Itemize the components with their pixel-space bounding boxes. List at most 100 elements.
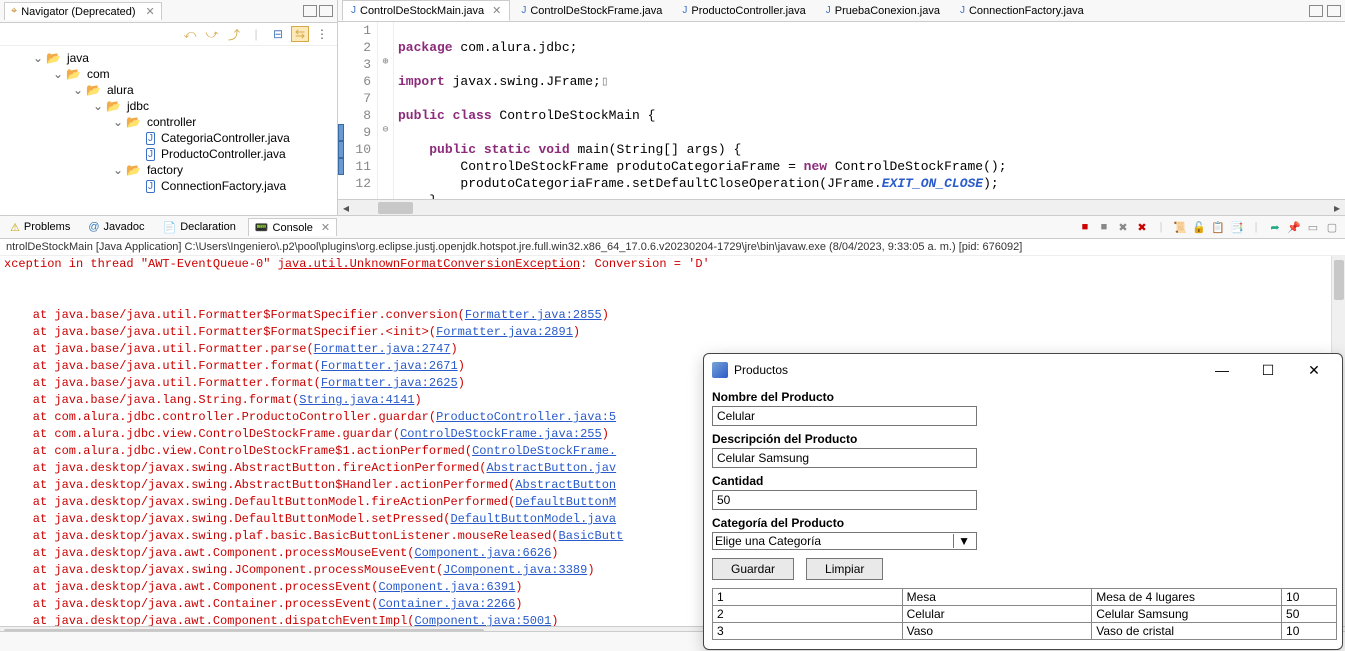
editor-tab[interactable]: JConnectionFactory.java xyxy=(951,1,1093,21)
table-cell[interactable]: Mesa de 4 lugares xyxy=(1092,589,1282,606)
code-area[interactable]: 1236789101112 ⊕⊖ package com.alura.jdbc;… xyxy=(338,22,1345,199)
back-icon[interactable]: ⤺ xyxy=(181,26,199,42)
tree-node[interactable]: ⌄📂factory xyxy=(2,162,335,178)
select-categoria[interactable]: Elige una Categoría ▼ xyxy=(712,532,977,550)
tree-node[interactable]: JProductoController.java xyxy=(2,146,335,162)
table-cell[interactable]: Vaso xyxy=(902,623,1092,640)
window-minimize-button[interactable]: — xyxy=(1202,358,1242,382)
bottom-tab-javadoc[interactable]: @Javadoc xyxy=(82,219,150,235)
stacktrace-link[interactable]: AbstractButton.jav xyxy=(486,461,616,475)
stacktrace-link[interactable]: JComponent.java:3389 xyxy=(443,563,587,577)
min-button[interactable]: ▭ xyxy=(1304,219,1322,235)
stacktrace-link[interactable]: ControlDeStockFrame.java:255 xyxy=(400,427,602,441)
fold-marker[interactable] xyxy=(378,22,393,39)
scroll-right-icon[interactable]: ▸ xyxy=(1329,200,1345,216)
expander-icon[interactable]: ⌄ xyxy=(92,99,104,113)
fold-marker[interactable]: ⊖ xyxy=(378,124,393,141)
editor-tab[interactable]: JControlDeStockMain.java✕ xyxy=(342,0,510,21)
input-descripcion[interactable] xyxy=(712,448,977,468)
bottom-tab-problems[interactable]: ⚠Problems xyxy=(4,219,76,236)
pin-button[interactable]: 🔓 xyxy=(1190,219,1208,235)
fold-marker[interactable] xyxy=(378,158,393,175)
new-console-button[interactable]: ➦ xyxy=(1266,219,1284,235)
dialog-titlebar[interactable]: Productos — ☐ ✕ xyxy=(704,354,1342,386)
minimize-view-button[interactable] xyxy=(303,5,317,17)
guardar-button[interactable]: Guardar xyxy=(712,558,794,580)
open-console-button[interactable]: 📑 xyxy=(1228,219,1246,235)
stacktrace-link[interactable]: Component.java:6626 xyxy=(414,546,551,560)
input-cantidad[interactable] xyxy=(712,490,977,510)
tree-node[interactable]: JCategoriaController.java xyxy=(2,130,335,146)
fold-marker[interactable] xyxy=(378,90,393,107)
stacktrace-link[interactable]: BasicButt xyxy=(559,529,624,543)
bottom-tab-declaration[interactable]: 📄Declaration xyxy=(157,219,242,236)
stacktrace-link[interactable]: String.java:4141 xyxy=(299,393,414,407)
display-button[interactable]: 📋 xyxy=(1209,219,1227,235)
scrollbar-thumb[interactable] xyxy=(1334,260,1344,300)
stacktrace-link[interactable]: Formatter.java:2747 xyxy=(314,342,451,356)
expander-icon[interactable]: ⌄ xyxy=(32,51,44,65)
up-icon[interactable]: ⤴ xyxy=(225,26,243,42)
scrollbar-thumb[interactable] xyxy=(378,202,413,214)
editor-tab[interactable]: JPruebaConexion.java xyxy=(817,1,949,21)
fold-marker[interactable] xyxy=(378,141,393,158)
tree-node[interactable]: JConnectionFactory.java xyxy=(2,178,335,194)
max-button[interactable]: ▢ xyxy=(1323,219,1341,235)
tree-node[interactable]: ⌄📂jdbc xyxy=(2,98,335,114)
fold-marker[interactable]: ⊕ xyxy=(378,56,393,73)
table-cell[interactable]: 50 xyxy=(1282,606,1337,623)
stacktrace-link[interactable]: ProductoController.java:5 xyxy=(436,410,616,424)
table-row[interactable]: 3VasoVaso de cristal10 xyxy=(713,623,1337,640)
bottom-tab-console[interactable]: 📟Console✕ xyxy=(248,218,337,236)
maximize-view-button[interactable] xyxy=(1327,5,1341,17)
stacktrace-link[interactable]: AbstractButton xyxy=(515,478,616,492)
expander-icon[interactable]: ⌄ xyxy=(112,163,124,177)
chevron-down-icon[interactable]: ▼ xyxy=(953,534,974,548)
minimize-view-button[interactable] xyxy=(1309,5,1323,17)
table-cell[interactable]: Celular Samsung xyxy=(1092,606,1282,623)
table-cell[interactable]: Vaso de cristal xyxy=(1092,623,1282,640)
fold-marker[interactable] xyxy=(378,73,393,90)
table-cell[interactable]: 2 xyxy=(713,606,903,623)
close-icon[interactable]: ✕ xyxy=(321,221,330,234)
stacktrace-link[interactable]: DefaultButtonModel.java xyxy=(450,512,616,526)
navigator-tab[interactable]: ⌖ Navigator (Deprecated) ✕ xyxy=(4,2,162,20)
maximize-view-button[interactable] xyxy=(319,5,333,17)
stacktrace-link[interactable]: DefaultButtonM xyxy=(515,495,616,509)
editor-horizontal-scrollbar[interactable]: ◂ ▸ xyxy=(338,199,1345,215)
remove-all-button[interactable]: ✖ xyxy=(1133,219,1151,235)
window-close-button[interactable]: ✕ xyxy=(1294,358,1334,382)
tree-node[interactable]: ⌄📂alura xyxy=(2,82,335,98)
productos-table[interactable]: 1MesaMesa de 4 lugares102CelularCelular … xyxy=(712,588,1337,640)
expander-icon[interactable]: ⌄ xyxy=(72,83,84,97)
remove-launch-button[interactable]: ✖ xyxy=(1114,219,1132,235)
stacktrace-link[interactable]: Formatter.java:2855 xyxy=(465,308,602,322)
terminate-all-button[interactable]: ■ xyxy=(1095,219,1113,235)
close-icon[interactable]: ✕ xyxy=(492,4,501,17)
table-cell[interactable]: 10 xyxy=(1282,589,1337,606)
terminate-button[interactable]: ■ xyxy=(1076,219,1094,235)
tree-node[interactable]: ⌄📂com xyxy=(2,66,335,82)
editor-tab[interactable]: JControlDeStockFrame.java xyxy=(512,1,671,21)
fold-marker[interactable] xyxy=(378,175,393,192)
stacktrace-link[interactable]: Formatter.java:2625 xyxy=(321,376,458,390)
scroll-left-icon[interactable]: ◂ xyxy=(338,200,354,216)
collapse-all-icon[interactable]: ⊟ xyxy=(269,26,287,42)
expander-icon[interactable]: ⌄ xyxy=(112,115,124,129)
exception-link[interactable]: java.util.UnknownFormatConversionExcepti… xyxy=(278,257,580,271)
fold-column[interactable]: ⊕⊖ xyxy=(378,22,394,199)
table-cell[interactable]: Celular xyxy=(902,606,1092,623)
expander-icon[interactable]: ⌄ xyxy=(52,67,64,81)
fold-marker[interactable] xyxy=(378,107,393,124)
fold-marker[interactable] xyxy=(378,39,393,56)
stacktrace-link[interactable]: Component.java:6391 xyxy=(378,580,515,594)
view-menu-icon[interactable]: ⋮ xyxy=(313,26,331,42)
editor-tab[interactable]: JProductoController.java xyxy=(673,1,814,21)
stacktrace-link[interactable]: Formatter.java:2671 xyxy=(321,359,458,373)
code-lines[interactable]: package com.alura.jdbc; import javax.swi… xyxy=(394,22,1345,199)
table-cell[interactable]: 10 xyxy=(1282,623,1337,640)
link-editor-icon[interactable]: ⇆ xyxy=(291,26,309,42)
table-cell[interactable]: 3 xyxy=(713,623,903,640)
table-row[interactable]: 2CelularCelular Samsung50 xyxy=(713,606,1337,623)
table-cell[interactable]: Mesa xyxy=(902,589,1092,606)
